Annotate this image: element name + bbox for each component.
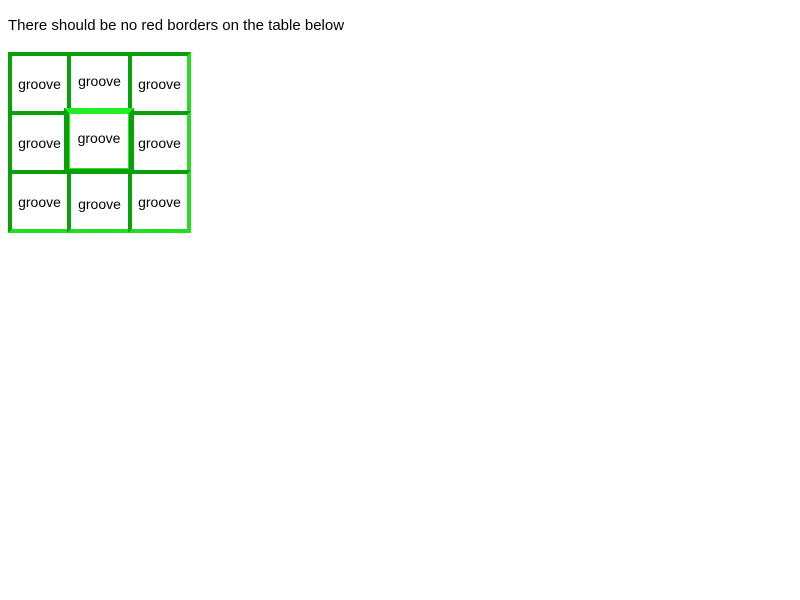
cell-text: groove xyxy=(138,75,181,92)
border-test-table: groove groove groove groove groove groov… xyxy=(8,52,191,233)
table-cell-r1-c1: groove xyxy=(8,52,71,115)
table-cell-r2-c2: groove xyxy=(64,108,134,174)
cell-text: groove xyxy=(78,195,121,212)
table-cell-r2-c3: groove xyxy=(128,111,191,174)
cell-text: groove xyxy=(138,134,181,151)
table-cell-r1-c3: groove xyxy=(128,52,191,115)
table-cell-r1-c2: groove xyxy=(67,52,132,114)
cell-text: groove xyxy=(78,73,121,89)
cell-text: groove xyxy=(18,193,61,210)
page-heading: There should be no red borders on the ta… xyxy=(8,17,345,34)
table-cell-r3-c2: groove xyxy=(67,170,132,233)
table-cell-r3-c3: groove xyxy=(128,170,191,233)
table-cell-r2-c1: groove xyxy=(8,111,71,174)
cell-text: groove xyxy=(18,75,61,92)
cell-text: groove xyxy=(77,130,121,146)
cell-text: groove xyxy=(138,193,181,210)
table-cell-r3-c1: groove xyxy=(8,170,71,233)
cell-text: groove xyxy=(18,134,61,151)
